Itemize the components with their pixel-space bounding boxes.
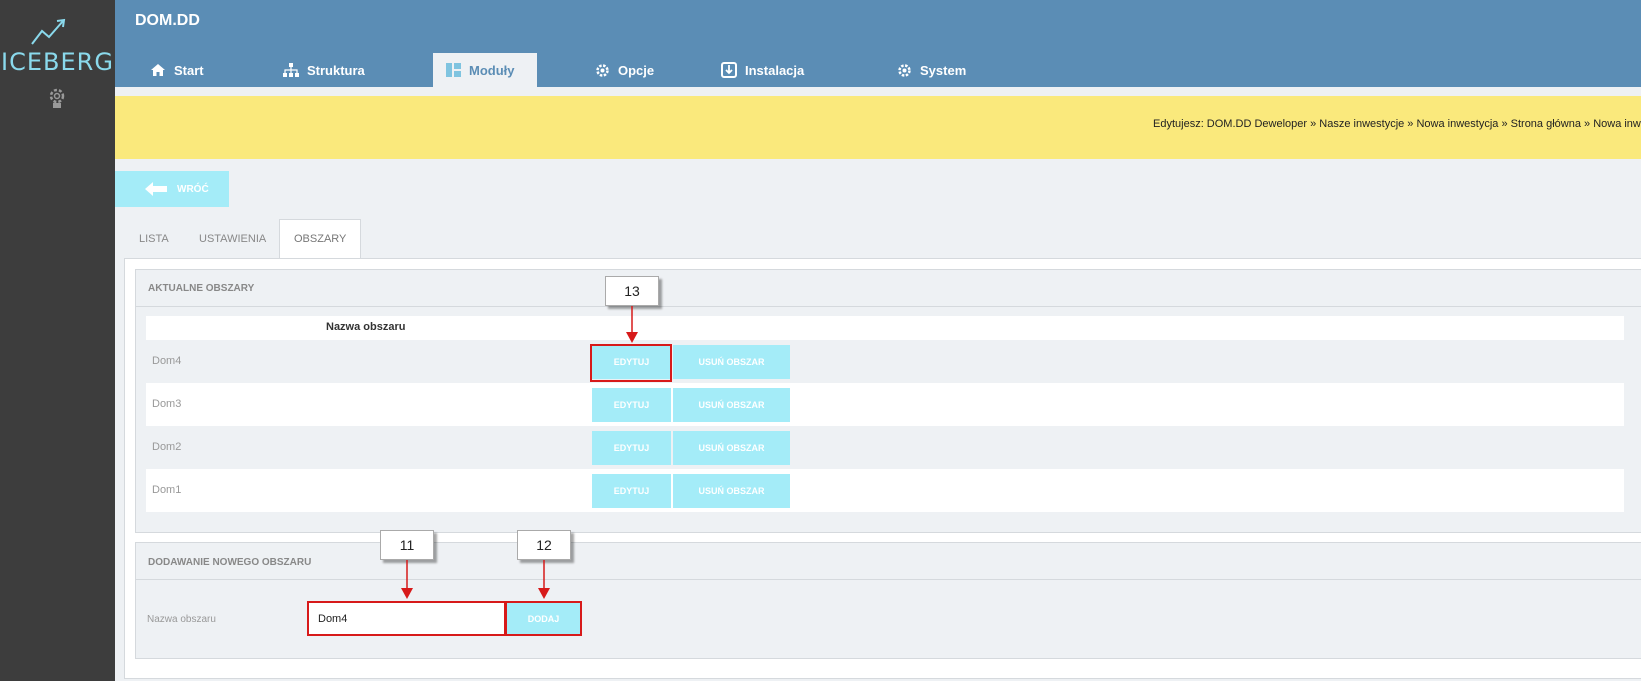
edit-button[interactable]: EDYTUJ xyxy=(592,474,671,508)
annotation-arrow-icon xyxy=(538,560,550,599)
table-header: Nazwa obszaru xyxy=(146,316,1624,340)
home-icon xyxy=(151,64,165,76)
annotation-arrow-icon xyxy=(401,560,413,599)
tab-start-label: Start xyxy=(174,62,204,78)
settings-gear-icon[interactable] xyxy=(47,87,67,109)
current-areas-section: AKTUALNE OBSZARY Nazwa obszaru Dom4 EDYT… xyxy=(135,269,1641,533)
tab-lista[interactable]: LISTA xyxy=(125,219,183,258)
tab-instalacja-label: Instalacja xyxy=(745,62,805,78)
section-divider xyxy=(136,306,1641,307)
tab-opcje[interactable]: Opcje xyxy=(595,53,654,87)
area-name: Dom3 xyxy=(152,398,182,410)
area-name-input[interactable] xyxy=(307,601,506,636)
new-area-section: DODAWANIE NOWEGO OBSZARU Nazwa obszaru D… xyxy=(135,542,1641,659)
top-header: DOM.DD Start Struktura Moduły Opcje Inst… xyxy=(115,0,1641,87)
gear-icon xyxy=(596,63,609,77)
install-icon xyxy=(721,62,737,78)
delete-area-button[interactable]: USUŃ OBSZAR xyxy=(673,345,790,379)
section-title: AKTUALNE OBSZARY xyxy=(148,283,255,294)
gear-icon xyxy=(898,63,911,77)
section-divider xyxy=(136,579,1641,580)
annotation-callout-12: 12 xyxy=(517,530,571,560)
tab-instalacja[interactable]: Instalacja xyxy=(721,53,804,87)
annotation-highlight xyxy=(590,344,672,382)
column-header-name: Nazwa obszaru xyxy=(326,321,406,333)
area-name-label: Nazwa obszaru xyxy=(147,614,216,625)
table-row: Dom1 EDYTUJ USUŃ OBSZAR xyxy=(146,469,1624,512)
tab-struktura-label: Struktura xyxy=(307,62,365,78)
tab-system-label: System xyxy=(920,62,967,78)
annotation-callout-11: 11 xyxy=(380,530,434,560)
main-nav-tabs: Start Struktura Moduły Opcje Instalacja … xyxy=(115,53,1641,87)
sidebar: ICEBERG xyxy=(0,0,115,681)
brand-name: ICEBERG xyxy=(1,48,114,76)
area-name: Dom4 xyxy=(152,355,182,367)
add-button[interactable]: DODAJ xyxy=(505,601,582,636)
delete-area-button[interactable]: USUŃ OBSZAR xyxy=(673,388,790,422)
table-row: Dom4 EDYTUJ USUŃ OBSZAR xyxy=(146,340,1624,383)
breadcrumb-bar: Edytujesz: DOM.DD Deweloper » Nasze inwe… xyxy=(115,96,1641,159)
section-title: DODAWANIE NOWEGO OBSZARU xyxy=(148,557,312,568)
breadcrumb: Edytujesz: DOM.DD Deweloper » Nasze inwe… xyxy=(1153,118,1641,130)
edit-button[interactable]: EDYTUJ xyxy=(592,388,671,422)
back-button-label: WRÓĆ xyxy=(177,183,209,195)
tab-opcje-label: Opcje xyxy=(618,62,655,78)
sitemap-icon xyxy=(283,63,299,77)
modules-icon xyxy=(446,63,461,77)
tab-struktura[interactable]: Struktura xyxy=(283,53,365,87)
table-row: Dom2 EDYTUJ USUŃ OBSZAR xyxy=(146,426,1624,469)
area-name: Dom2 xyxy=(152,441,182,453)
tab-moduly-label: Moduły xyxy=(469,62,515,78)
annotation-arrow-icon xyxy=(626,306,638,343)
tab-obszary[interactable]: OBSZARY xyxy=(279,219,362,258)
chart-logo-icon xyxy=(31,18,66,45)
tab-moduly[interactable]: Moduły xyxy=(433,53,537,87)
area-name: Dom1 xyxy=(152,484,182,496)
back-button[interactable]: WRÓĆ xyxy=(115,171,229,207)
app-title: DOM.DD xyxy=(135,12,200,29)
arrow-left-icon xyxy=(145,182,167,196)
annotation-callout-13: 13 xyxy=(605,276,659,306)
delete-area-button[interactable]: USUŃ OBSZAR xyxy=(673,474,790,508)
table-row: Dom3 EDYTUJ USUŃ OBSZAR xyxy=(146,383,1624,426)
tab-start[interactable]: Start xyxy=(150,53,204,87)
tab-ustawienia[interactable]: USTAWIENIA xyxy=(185,219,280,258)
edit-button[interactable]: EDYTUJ xyxy=(592,431,671,465)
tab-system[interactable]: System xyxy=(897,53,966,87)
delete-area-button[interactable]: USUŃ OBSZAR xyxy=(673,431,790,465)
